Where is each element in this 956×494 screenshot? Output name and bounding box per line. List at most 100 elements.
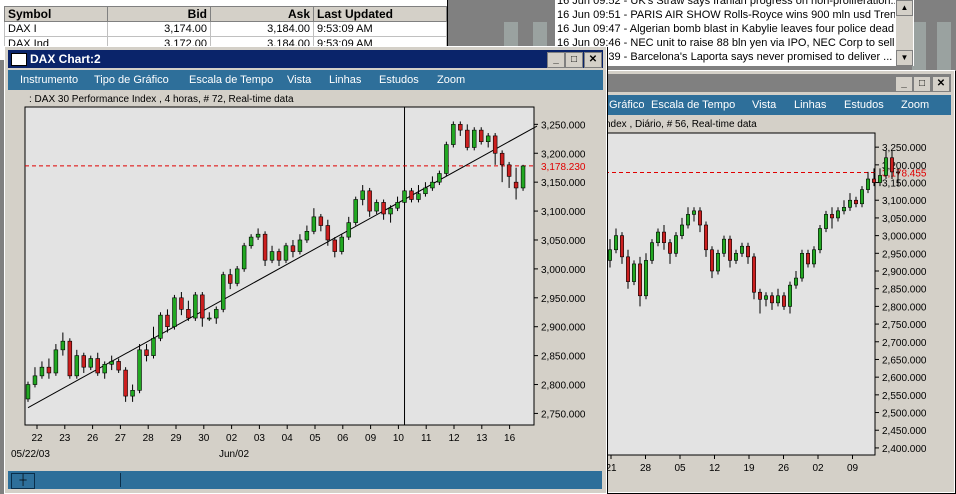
candle-body — [353, 199, 358, 223]
candle-body — [395, 202, 400, 209]
candle-body — [764, 295, 768, 300]
table-row[interactable]: DAX I 3,174.00 3,184.00 9:53:09 AM — [4, 21, 447, 37]
col-symbol[interactable]: Symbol — [4, 6, 108, 22]
y-tick-label: 3,050.000 — [541, 236, 586, 247]
candle-body — [144, 349, 149, 356]
cell-symbol: DAX I — [4, 21, 108, 37]
news-item[interactable]: 16 Jun 09:39 - Barcelona's Laporta says … — [555, 50, 914, 64]
scroll-up-icon[interactable]: ▲ — [896, 0, 913, 16]
news-item[interactable]: 16 Jun 09:51 - PARIS AIR SHOW Rolls-Royc… — [555, 8, 914, 22]
y-tick-label: 3,250.000 — [882, 143, 927, 154]
maximize-icon[interactable]: □ — [565, 52, 583, 68]
menu-item[interactable]: Vista — [752, 95, 776, 115]
news-item[interactable]: 16 Jun 09:47 - Algerian bomb blast in Ka… — [555, 22, 914, 36]
y-tick-label: 2,850.000 — [882, 285, 927, 296]
x-tick-label: 03 — [254, 433, 266, 444]
candle-body — [221, 274, 226, 310]
candle-body — [734, 253, 738, 261]
candle-body — [262, 233, 268, 261]
menu-item-vista[interactable]: Vista — [287, 70, 311, 90]
back-window-titlebar[interactable]: _ □ ✕ — [564, 74, 951, 92]
col-last-updated[interactable]: Last Updated — [313, 6, 447, 22]
x-tick-label: 04 — [282, 433, 294, 444]
menu-item[interactable]: Escala de Tempo — [651, 95, 735, 115]
candle-body — [46, 366, 52, 374]
maximize-icon[interactable]: □ — [913, 76, 931, 92]
candle-body — [752, 256, 756, 293]
plot-area — [562, 132, 876, 456]
col-ask[interactable]: Ask — [210, 6, 314, 22]
x-tick-label: 05 — [309, 433, 321, 444]
menu-item-estudos[interactable]: Estudos — [379, 70, 419, 90]
candle-body — [842, 207, 846, 212]
candle-body — [207, 317, 212, 320]
menu-item-tipo-grafico[interactable]: Tipo de Gráfico — [94, 70, 169, 90]
candle-body — [520, 165, 526, 189]
candle-body — [451, 124, 456, 145]
candle-body — [67, 340, 73, 377]
minimize-icon[interactable]: _ — [547, 52, 565, 68]
x-tick-label: 05 — [674, 463, 686, 474]
menu-item-instrumento[interactable]: Instrumento — [20, 70, 78, 90]
candle-body — [513, 181, 519, 189]
front-chart[interactable]: 2,750.000 2,800.000 2,850.000 2,900.000 2,95… — [5, 105, 606, 475]
candle-body — [325, 225, 331, 241]
candle-body — [234, 268, 240, 284]
candle-body — [806, 253, 810, 265]
candle-body — [374, 202, 379, 212]
crosshair-icon[interactable]: ┼ — [11, 473, 35, 489]
menu-item-zoom[interactable]: Zoom — [437, 70, 465, 90]
news-scrollbar[interactable]: ▲ ▼ — [895, 0, 913, 66]
y-tick-label: 2,550.000 — [882, 391, 927, 402]
menu-item[interactable]: Estudos — [844, 95, 884, 115]
menu-item[interactable]: Gráfico — [609, 95, 644, 115]
scroll-down-icon[interactable]: ▼ — [896, 50, 913, 66]
menu-item[interactable]: Zoom — [901, 95, 929, 115]
back-chart[interactable]: 2,400.000 2,450.000 2,500.000 2,550.000 2,60… — [561, 131, 954, 491]
last-price-label: 3,178.230 — [541, 162, 586, 173]
y-tick-label: 2,950.000 — [882, 249, 927, 260]
candle-body — [172, 297, 177, 328]
close-icon[interactable]: ✕ — [584, 52, 602, 68]
candle-body — [632, 263, 636, 282]
minimize-icon[interactable]: _ — [895, 76, 913, 92]
x-tick-label: 11 — [421, 433, 432, 444]
candle-body — [728, 238, 732, 261]
candle-body — [854, 199, 858, 205]
candle-body — [776, 295, 780, 304]
x-tick-label: 12 — [448, 433, 460, 444]
candle-body — [81, 355, 86, 368]
col-bid[interactable]: Bid — [107, 6, 211, 22]
front-chart-window[interactable]: DAX Chart:2 _ □ ✕ Instrumento Tipo de Gr… — [4, 46, 607, 494]
x-tick-label: 28 — [143, 433, 155, 444]
candle-body — [485, 135, 491, 142]
front-window-titlebar[interactable]: DAX Chart:2 _ □ ✕ — [8, 50, 603, 68]
candle-body — [388, 207, 393, 215]
menu-item-escala[interactable]: Escala de Tempo — [189, 70, 273, 90]
candle-body — [722, 238, 726, 254]
close-icon[interactable]: ✕ — [932, 76, 950, 92]
candle-body — [686, 214, 690, 226]
candle-body — [179, 297, 184, 310]
candle-body — [297, 239, 303, 252]
candle-body — [360, 190, 365, 200]
candle-body — [269, 251, 275, 261]
y-tick-label: 2,400.000 — [882, 444, 927, 455]
y-tick-label: 3,150.000 — [541, 178, 586, 189]
candle-body — [626, 256, 630, 282]
menu-item[interactable]: Linhas — [794, 95, 826, 115]
y-tick-label: 2,800.000 — [882, 302, 927, 313]
x-tick-label: 30 — [198, 433, 210, 444]
candle-body — [740, 245, 744, 254]
back-chart-window[interactable]: _ □ ✕ Gráfico Escala de Tempo Vista Linh… — [560, 70, 955, 493]
news-item[interactable]: 16 Jun 09:46 - NEC unit to raise 88 bln … — [555, 36, 914, 50]
candle-body — [409, 190, 414, 200]
candle-body — [200, 294, 205, 319]
candle-body — [241, 245, 247, 270]
news-item[interactable]: 16 Jun 09:52 - UK's Straw says Iranian p… — [555, 0, 914, 8]
candle-body — [311, 216, 317, 232]
candle-body — [782, 295, 786, 307]
news-list: 16 Jun 09:52 - UK's Straw says Iranian p… — [555, 0, 914, 66]
menu-item-linhas[interactable]: Linhas — [329, 70, 361, 90]
y-tick-label: 2,900.000 — [882, 267, 927, 278]
